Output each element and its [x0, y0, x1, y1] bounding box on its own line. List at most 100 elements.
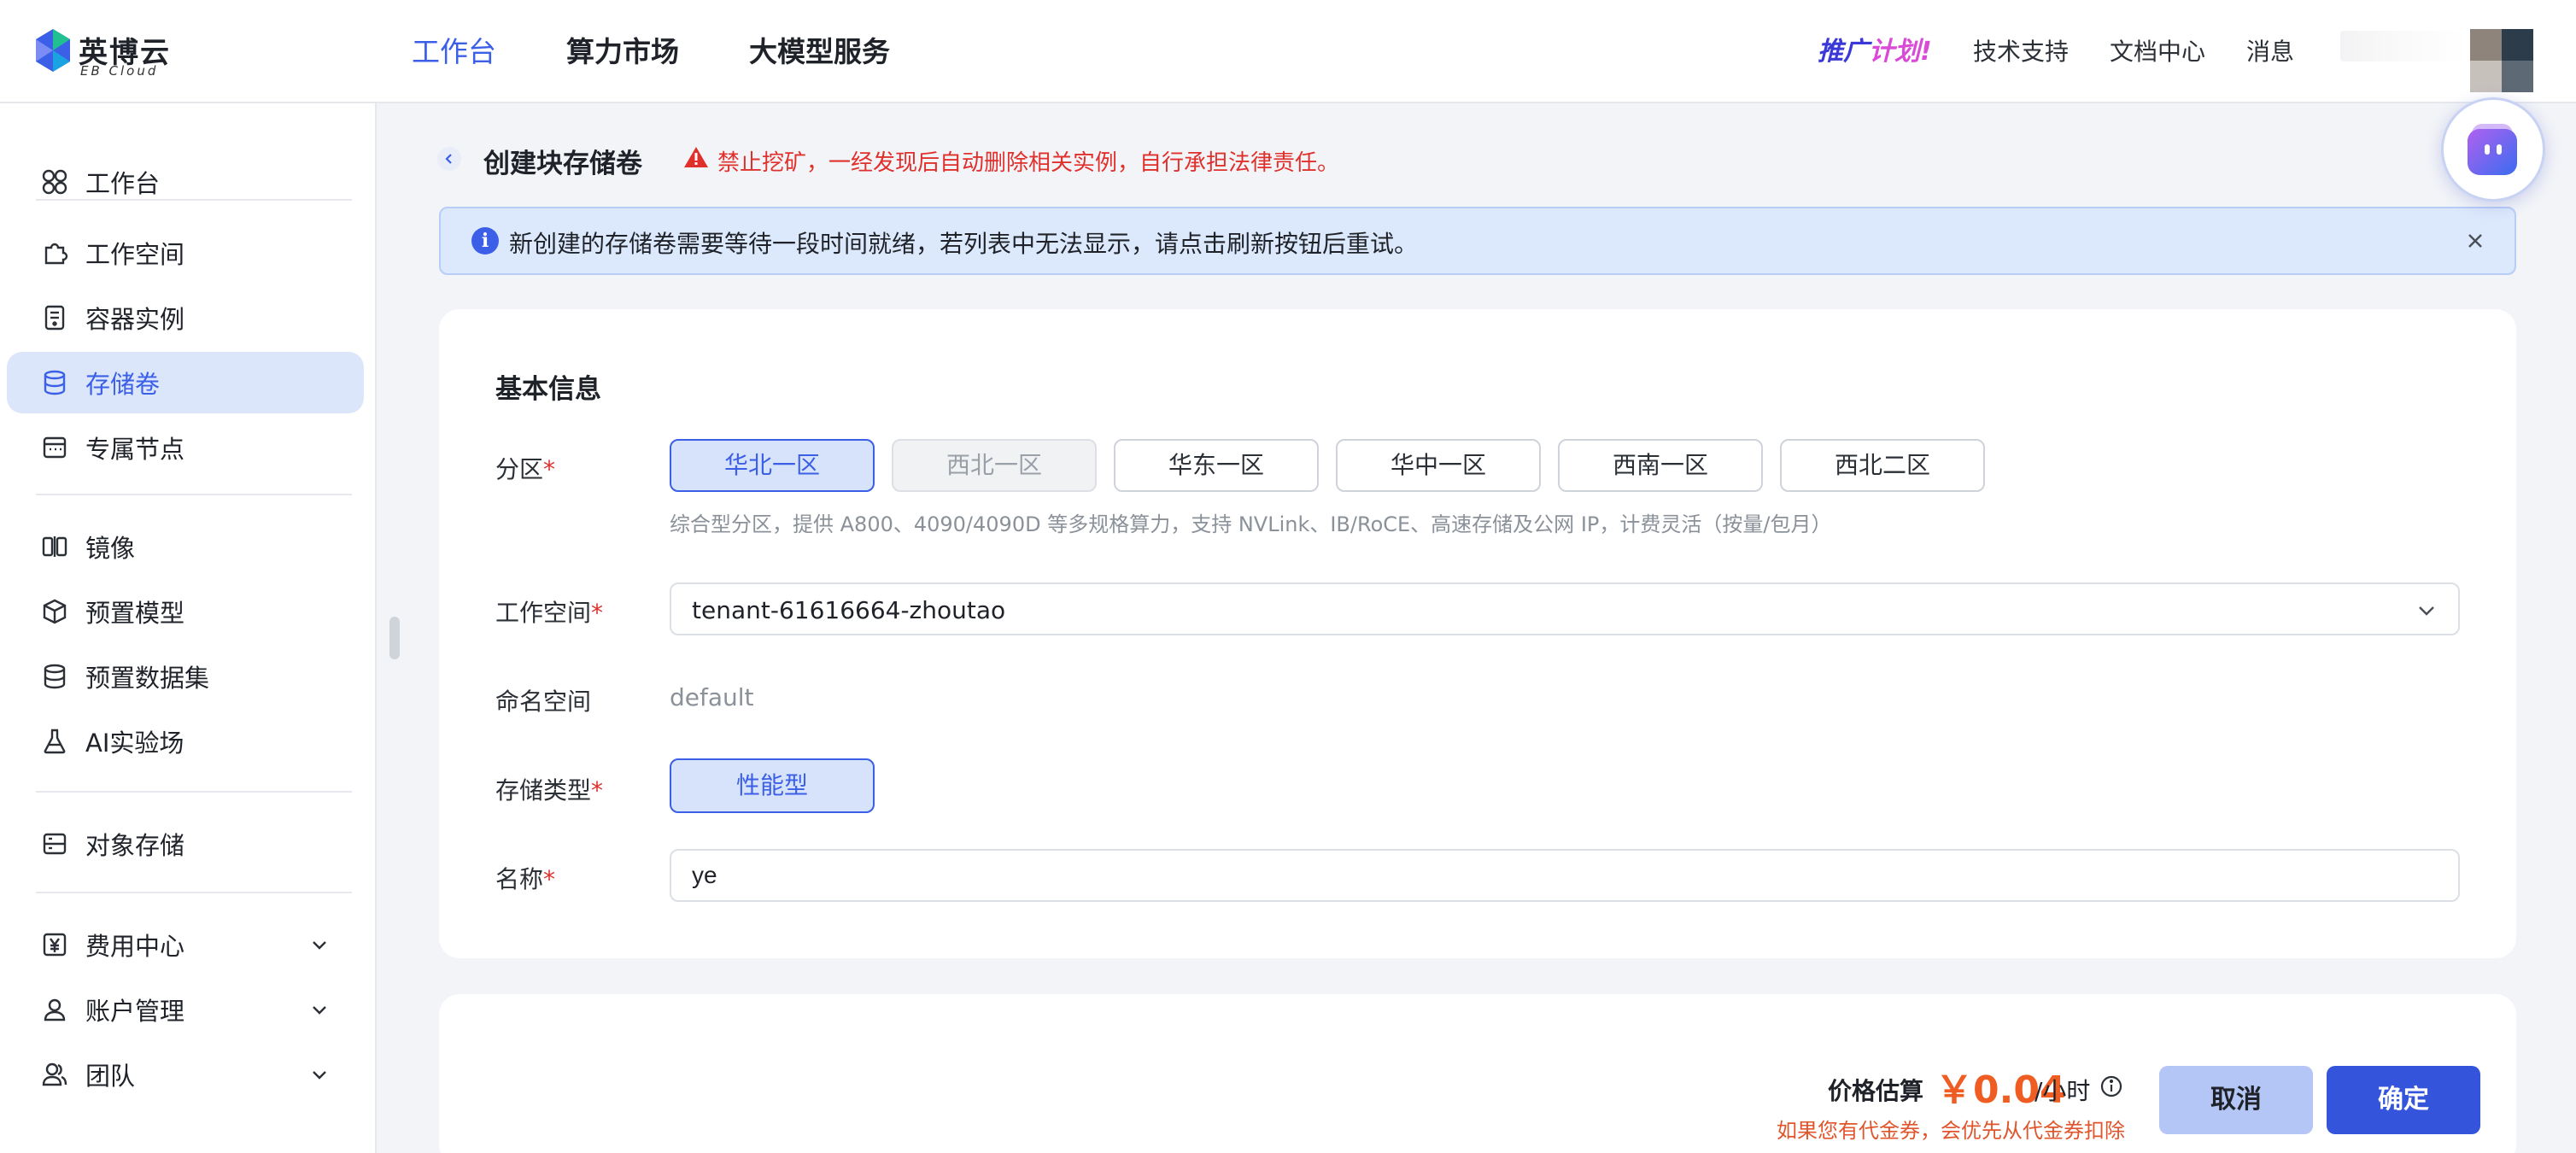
info-icon: i	[471, 227, 499, 255]
zone-option-xibei-2[interactable]: 西北二区	[1780, 439, 1985, 492]
sidebar-item-label: AI实验场	[85, 729, 184, 758]
price-note: 如果您有代金券，会优先从代金券扣除	[1777, 1119, 2125, 1143]
chevron-down-icon	[2419, 606, 2434, 616]
sidebar-item-label: 专属节点	[85, 435, 185, 464]
sidebar-divider	[36, 791, 352, 793]
tech-support-link[interactable]: 技术支持	[1973, 0, 2069, 103]
zone-option-xibei-1[interactable]: 西北一区	[892, 439, 1097, 492]
page-title: 创建块存储卷	[483, 149, 642, 179]
sidebar-divider	[36, 199, 352, 201]
yen-icon	[39, 929, 70, 960]
sidebar-item-images[interactable]: 镜像	[7, 516, 364, 577]
zone-label: 分区*	[495, 455, 556, 483]
puzzle-icon	[39, 237, 70, 268]
promo-sparkle-icon: !	[1920, 37, 1932, 67]
name-input[interactable]: ye	[670, 849, 2460, 902]
docs-link[interactable]: 文档中心	[2110, 0, 2205, 103]
warning-icon	[684, 147, 708, 167]
logo-mark-icon	[36, 29, 70, 72]
chevron-left-icon	[445, 154, 452, 164]
top-bar: 英博云 EB Cloud 工作台 算力市场 大模型服务 推广计划! 技术支持 文…	[0, 0, 2576, 103]
image-icon	[39, 531, 70, 562]
sidebar-divider	[36, 892, 352, 893]
sidebar-item-preset-models[interactable]: 预置模型	[7, 581, 364, 642]
zone-option-xinan-1[interactable]: 西南一区	[1558, 439, 1763, 492]
sidebar-item-billing[interactable]: 费用中心	[7, 914, 364, 975]
cancel-button[interactable]: 取消	[2159, 1066, 2313, 1134]
info-circle-icon[interactable]	[2099, 1074, 2123, 1098]
sidebar-item-label: 费用中心	[85, 932, 185, 961]
sidebar-item-dedicated-nodes[interactable]: 专属节点	[7, 417, 364, 478]
sidebar-item-volumes[interactable]: 存储卷	[7, 352, 364, 413]
avatar[interactable]	[2470, 29, 2533, 92]
workspace-label: 工作空间*	[495, 599, 604, 627]
sidebar-resize-handle[interactable]	[389, 617, 400, 659]
info-banner-text: 新创建的存储卷需要等待一段时间就绪，若列表中无法显示，请点击刷新按钮后重试。	[509, 230, 1419, 258]
promo-part-a: 推广	[1818, 37, 1869, 67]
bucket-icon	[39, 828, 70, 859]
sidebar-item-object-storage[interactable]: 对象存储	[7, 813, 364, 875]
info-banner: i 新创建的存储卷需要等待一段时间就绪，若列表中无法显示，请点击刷新按钮后重试。	[439, 207, 2516, 275]
zone-option-huazhong-1[interactable]: 华中一区	[1336, 439, 1541, 492]
price-estimate-label: 价格估算	[1828, 1077, 1924, 1105]
workspace-select[interactable]: tenant-61616664-zhoutao	[670, 582, 2460, 635]
sidebar-item-workbench[interactable]: 工作台	[7, 151, 364, 213]
top-nav-market[interactable]: 算力市场	[566, 0, 679, 103]
section-title: 基本信息	[495, 374, 601, 405]
zone-option-huabei-1[interactable]: 华北一区	[670, 439, 875, 492]
sidebar-item-label: 工作空间	[85, 240, 185, 269]
sidebar: 工作台 工作空间 容器实例 存储卷 专属节点 镜像 预置模型 预置数据集 AI实…	[0, 103, 377, 1153]
sidebar-item-label: 团队	[85, 1062, 136, 1091]
close-icon[interactable]	[2463, 229, 2487, 253]
sidebar-item-label: 镜像	[85, 534, 136, 563]
namespace-label: 命名空间	[495, 688, 592, 716]
top-nav: 工作台 算力市场 大模型服务	[412, 0, 960, 103]
chevron-down-icon	[313, 1071, 326, 1080]
mining-warning-text: 禁止挖矿，一经发现后自动删除相关实例，自行承担法律责任。	[717, 150, 1340, 176]
chat-bot-icon	[2468, 124, 2517, 175]
name-label: 名称*	[495, 865, 556, 893]
top-nav-workbench[interactable]: 工作台	[412, 0, 496, 103]
sidebar-divider	[36, 494, 352, 495]
sidebar-item-account[interactable]: 账户管理	[7, 979, 364, 1040]
container-icon	[39, 302, 70, 333]
cube-icon	[39, 596, 70, 627]
zone-option-huadong-1[interactable]: 华东一区	[1114, 439, 1319, 492]
storage-type-label: 存储类型*	[495, 776, 604, 805]
sidebar-item-preset-datasets[interactable]: 预置数据集	[7, 646, 364, 707]
sidebar-item-workspace[interactable]: 工作空间	[7, 222, 364, 284]
sidebar-item-team[interactable]: 团队	[7, 1044, 364, 1105]
namespace-value: default	[670, 683, 754, 711]
sidebar-item-ai-lab[interactable]: AI实验场	[7, 711, 364, 772]
team-icon	[39, 1059, 70, 1090]
dataset-icon	[39, 661, 70, 692]
user-icon	[39, 994, 70, 1025]
zone-hint: 综合型分区，提供 A800、4090/4090D 等多规格算力，支持 NVLin…	[670, 512, 1832, 536]
sidebar-item-label: 预置模型	[85, 599, 185, 628]
sidebar-item-label: 预置数据集	[85, 664, 210, 693]
sidebar-item-label: 工作台	[85, 169, 161, 198]
promo-link[interactable]: 推广计划!	[1818, 0, 1932, 103]
sidebar-item-label: 对象存储	[85, 831, 185, 860]
node-icon	[39, 432, 70, 463]
username-blurred[interactable]	[2340, 31, 2468, 61]
sidebar-item-label: 容器实例	[85, 305, 185, 334]
sidebar-item-label: 存储卷	[85, 370, 161, 399]
back-button[interactable]	[437, 147, 461, 171]
price-unit: /小时	[2034, 1077, 2091, 1105]
top-nav-llm-service[interactable]: 大模型服务	[749, 0, 890, 103]
promo-part-b: 计划	[1869, 37, 1920, 67]
chevron-down-icon	[313, 1006, 326, 1015]
logo[interactable]: 英博云 EB Cloud	[34, 26, 188, 79]
messages-link[interactable]: 消息	[2246, 0, 2294, 103]
brand-sub: EB Cloud	[80, 63, 159, 79]
sidebar-item-containers[interactable]: 容器实例	[7, 287, 364, 348]
chevron-down-icon	[313, 941, 326, 950]
storage-type-option-performance[interactable]: 性能型	[670, 758, 875, 813]
confirm-button[interactable]: 确定	[2327, 1066, 2480, 1134]
assistant-fab[interactable]	[2441, 97, 2545, 202]
database-icon	[39, 367, 70, 398]
dashboard-icon	[39, 167, 70, 197]
sidebar-item-label: 账户管理	[85, 997, 185, 1026]
flask-icon	[39, 726, 70, 757]
